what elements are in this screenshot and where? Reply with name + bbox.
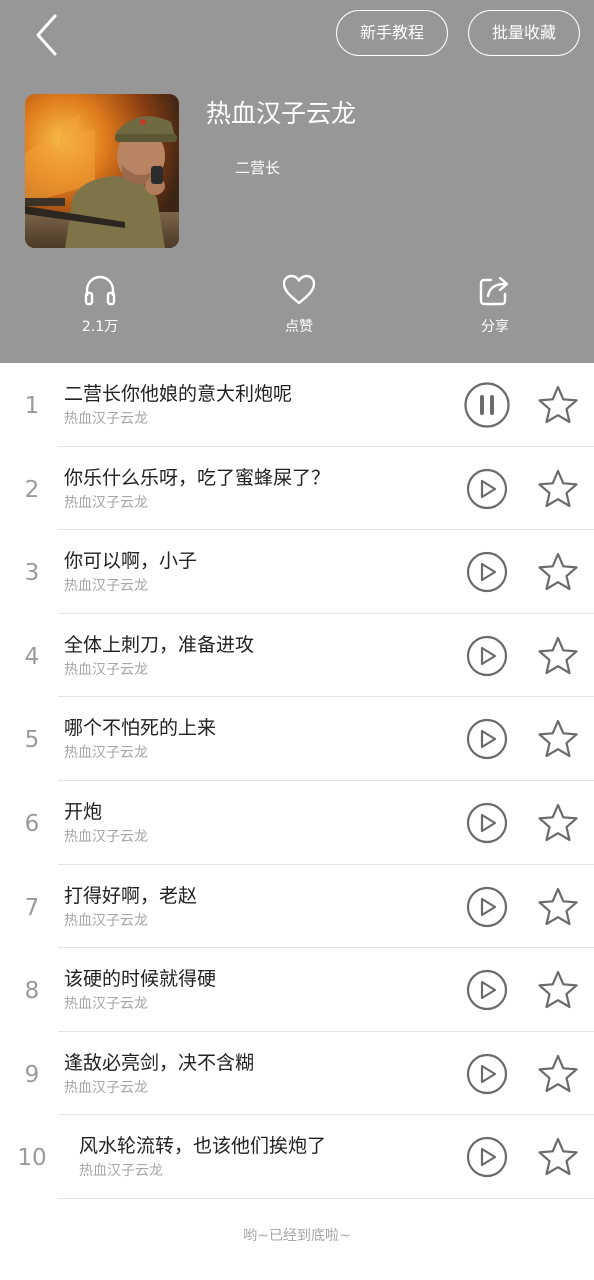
track-row[interactable]: 6 开炮热血汉子云龙 [0, 781, 594, 865]
track-title: 该硬的时候就得硬 [64, 968, 217, 991]
star-icon[interactable] [537, 886, 579, 928]
star-icon[interactable] [537, 802, 579, 844]
track-title: 逢敌必亮剑，决不含糊 [64, 1051, 255, 1074]
batch-collect-button[interactable]: 批量收藏 [468, 10, 580, 56]
like-label: 点赞 [285, 319, 313, 335]
star-icon[interactable] [537, 384, 579, 426]
track-number: 1 [24, 393, 40, 419]
album-header: 新手教程 批量收藏 热血汉子云龙 二营长 2.1万 点赞 分享 [0, 0, 594, 363]
share-label: 分享 [481, 319, 509, 335]
track-number: 8 [24, 978, 40, 1005]
play-icon[interactable] [466, 718, 508, 760]
track-title: 二营长你他娘的意大利炮呢 [64, 383, 293, 405]
like-button[interactable]: 点赞 [239, 272, 359, 336]
play-icon[interactable] [466, 1136, 508, 1178]
track-number: 9 [24, 1061, 40, 1088]
album-title: 热血汉子云龙 [206, 99, 357, 128]
track-album-name: 热血汉子云龙 [64, 661, 148, 678]
track-title: 风水轮流转，也该他们挨炮了 [79, 1135, 327, 1158]
headphones-icon [84, 275, 116, 306]
track-title: 打得好啊，老赵 [64, 884, 198, 907]
star-icon[interactable] [537, 1136, 579, 1178]
track-album-name: 热血汉子云龙 [64, 912, 148, 929]
track-number: 4 [24, 643, 40, 670]
track-title: 全体上刺刀，准备进攻 [64, 633, 255, 656]
star-icon[interactable] [537, 635, 579, 677]
share-button[interactable]: 分享 [435, 272, 555, 336]
track-number: 2 [24, 476, 40, 503]
track-row[interactable]: 9 逢敌必亮剑，决不含糊热血汉子云龙 [0, 1032, 594, 1116]
star-icon[interactable] [537, 551, 579, 593]
track-number: 3 [24, 560, 40, 587]
track-album-name: 热血汉子云龙 [64, 411, 148, 427]
track-title: 你可以啊，小子 [64, 550, 198, 573]
track-row[interactable]: 7 打得好啊，老赵热血汉子云龙 [0, 865, 594, 949]
track-row[interactable]: 2 你乐什么乐呀，吃了蜜蜂屎了？ 热血汉子云龙 [0, 447, 594, 531]
star-icon[interactable] [537, 969, 579, 1011]
track-row[interactable]: 3 你可以啊，小子热血汉子云龙 [0, 530, 594, 614]
play-icon[interactable] [466, 886, 508, 928]
back-button[interactable] [28, 12, 68, 58]
track-title: 你乐什么乐呀，吃了蜜蜂屎了？ [64, 466, 331, 489]
track-album-name: 热血汉子云龙 [64, 745, 148, 762]
listen-count-stat: 2.1万 [40, 272, 160, 336]
star-icon[interactable] [537, 718, 579, 760]
end-of-list-text: 哟~已经到底啦~ [243, 1228, 351, 1244]
track-number: 5 [24, 727, 40, 754]
track-list: 1 二营长你他娘的意大利炮呢热血汉子云龙 2 你乐什么乐呀，吃了蜜蜂屎了？ 热血汉子云龙… [0, 363, 594, 1199]
play-icon[interactable] [466, 802, 508, 844]
track-row[interactable]: 1 二营长你他娘的意大利炮呢热血汉子云龙 [0, 363, 594, 447]
track-album-name: 热血汉子云龙 [79, 1163, 163, 1180]
track-title: 哪个不怕死的上来 [64, 717, 217, 740]
track-number: 7 [24, 894, 40, 921]
row-divider [58, 1197, 594, 1199]
track-album-name: 热血汉子云龙 [64, 828, 148, 845]
track-row[interactable]: 5 哪个不怕死的上来热血汉子云龙 [0, 697, 594, 781]
track-album-name: 热血汉子云龙 [64, 578, 148, 595]
track-number: 10 [17, 1145, 47, 1172]
track-row[interactable]: 10 风水轮流转，也该他们挨炮了热血汉子云龙 [0, 1115, 594, 1199]
pause-icon[interactable] [464, 382, 510, 428]
play-icon[interactable] [466, 1053, 508, 1095]
tutorial-button[interactable]: 新手教程 [336, 10, 448, 56]
track-album-name: 热血汉子云龙 [64, 1079, 148, 1096]
play-icon[interactable] [466, 551, 508, 593]
listen-count: 2.1万 [81, 319, 119, 335]
star-icon[interactable] [537, 1053, 579, 1095]
play-icon[interactable] [466, 969, 508, 1011]
track-title: 开炮 [64, 800, 103, 823]
heart-icon [282, 274, 316, 305]
star-icon[interactable] [537, 468, 579, 510]
track-row[interactable]: 4 全体上刺刀，准备进攻热血汉子云龙 [0, 614, 594, 698]
play-icon[interactable] [466, 635, 508, 677]
album-author: 二营长 [235, 159, 281, 177]
track-row[interactable]: 8 该硬的时候就得硬热血汉子云龙 [0, 948, 594, 1032]
play-icon[interactable] [466, 468, 508, 510]
track-album-name: 热血汉子云龙 [64, 996, 148, 1013]
share-icon [479, 276, 509, 306]
track-number: 6 [24, 810, 40, 837]
track-album-name: 热血汉子云龙 [64, 494, 148, 511]
chevron-left-icon [36, 14, 57, 56]
album-cover-image [25, 94, 179, 248]
